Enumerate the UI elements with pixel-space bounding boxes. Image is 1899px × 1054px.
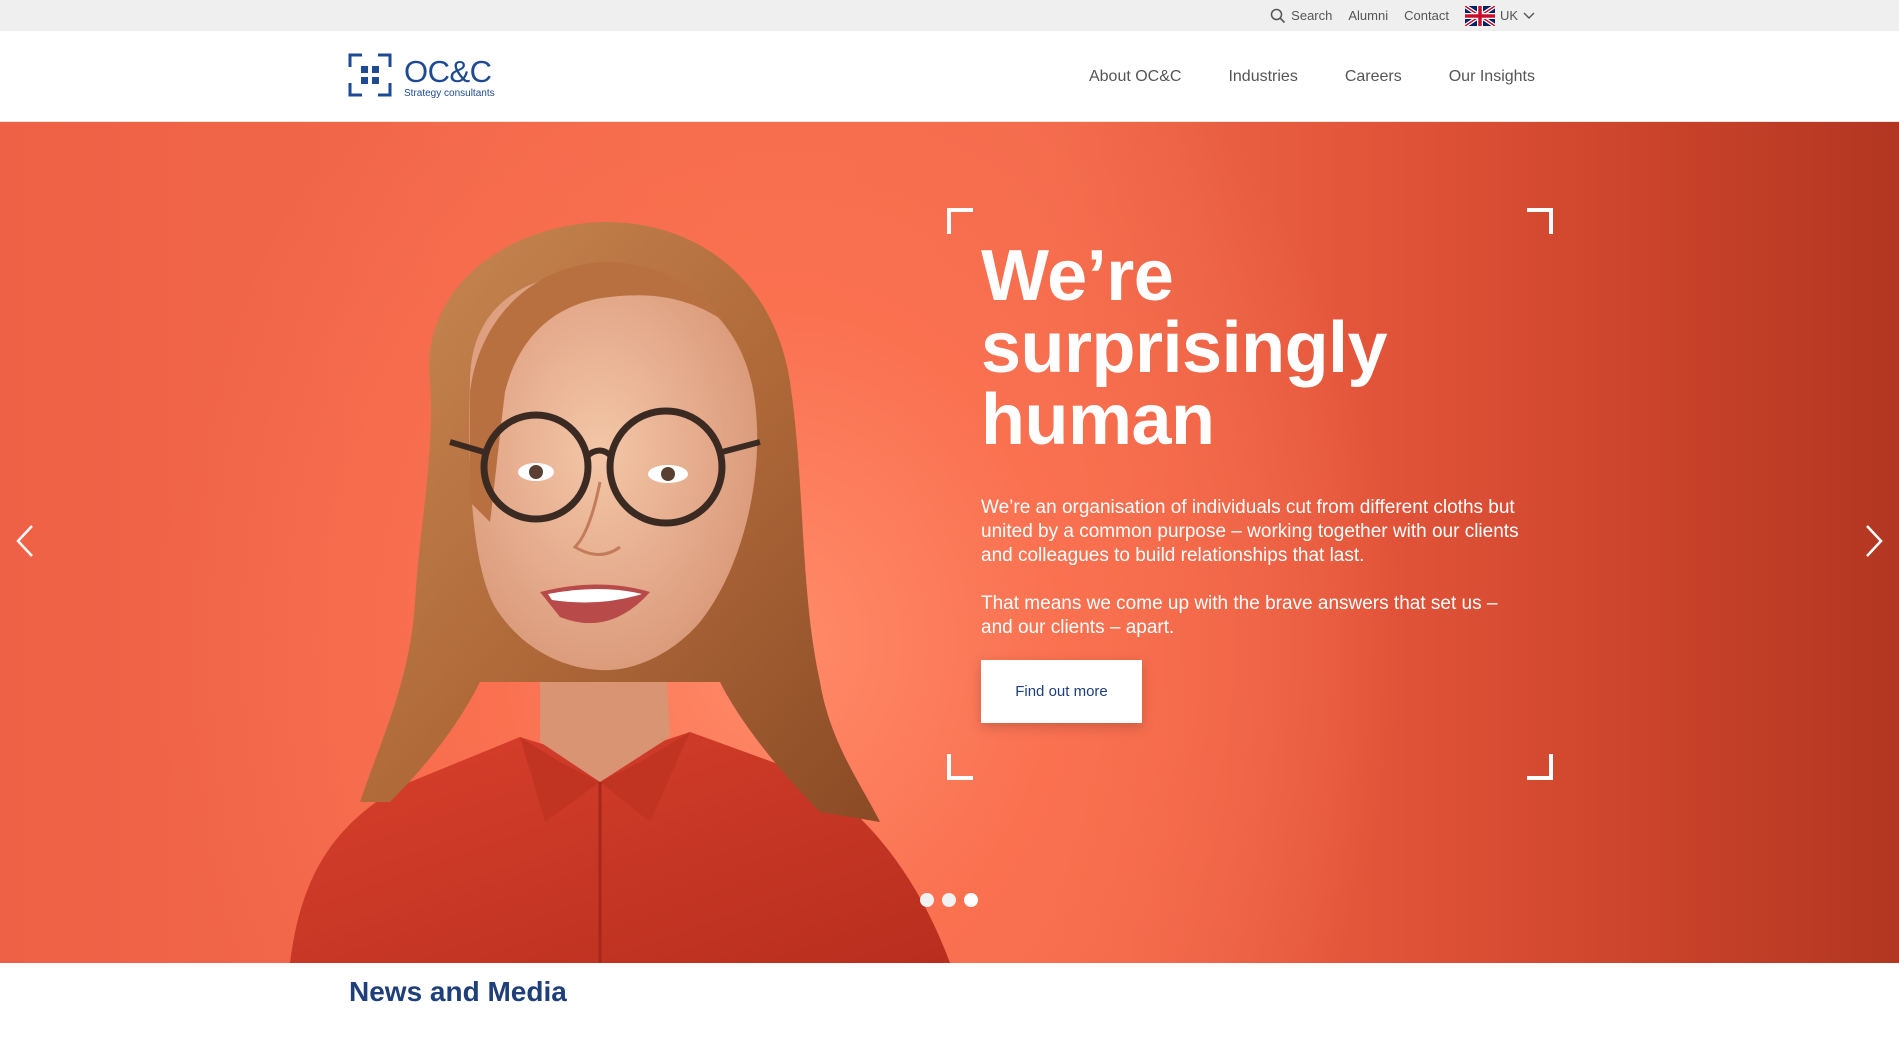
find-out-more-button[interactable]: Find out more: [981, 660, 1142, 723]
utility-bar: Search Alumni Contact UK: [0, 0, 1899, 31]
hero-carousel: We’re surprisingly human We’re an organi…: [0, 122, 1899, 963]
nav-item-about[interactable]: About OC&C: [1089, 68, 1181, 86]
search-link[interactable]: Search: [1270, 8, 1332, 24]
carousel-next-button[interactable]: [1859, 522, 1889, 564]
chevron-down-icon: [1523, 12, 1535, 20]
nav-item-careers[interactable]: Careers: [1345, 68, 1402, 86]
hero-portrait-image: [290, 221, 950, 963]
region-selector[interactable]: UK: [1464, 5, 1535, 26]
uk-flag-icon: [1464, 5, 1495, 26]
frame-corner-bottom-right: [1527, 754, 1553, 780]
frame-corner-top-left: [947, 208, 973, 234]
hero-title: We’re surprisingly human: [981, 240, 1521, 456]
brand-tagline: Strategy consultants: [404, 88, 495, 99]
news-section-title: News and Media: [349, 976, 567, 1007]
hero-description: We’re an organisation of individuals cut…: [981, 496, 1521, 640]
alumni-link[interactable]: Alumni: [1348, 8, 1388, 23]
frame-corner-top-right: [1527, 208, 1553, 234]
hero-title-line: human: [981, 380, 1215, 460]
logo-mark-icon: [348, 53, 392, 102]
brand-name: OC&C: [404, 54, 492, 89]
logo[interactable]: OC&C Strategy consultants: [348, 53, 495, 102]
logo-text: OC&C Strategy consultants: [404, 56, 495, 99]
hero-title-line: surprisingly: [981, 308, 1388, 388]
contact-link[interactable]: Contact: [1404, 8, 1449, 23]
utility-links: Search Alumni Contact UK: [1270, 0, 1535, 31]
nav-item-insights[interactable]: Our Insights: [1449, 68, 1535, 86]
frame-corner-bottom-left: [947, 754, 973, 780]
carousel-dot-3[interactable]: [964, 893, 978, 907]
region-label: UK: [1499, 8, 1518, 23]
nav-item-industries[interactable]: Industries: [1228, 68, 1297, 86]
hero-title-line: We’re: [981, 236, 1174, 316]
carousel-dot-2[interactable]: [942, 893, 956, 907]
carousel-prev-button[interactable]: [10, 522, 40, 564]
hero-paragraph-1: We’re an organisation of individuals cut…: [981, 497, 1519, 566]
chevron-right-icon: [1864, 524, 1884, 563]
carousel-dots: [920, 893, 978, 907]
hero-content: We’re surprisingly human We’re an organi…: [981, 240, 1521, 723]
carousel-dot-1[interactable]: [920, 893, 934, 907]
chevron-left-icon: [15, 524, 35, 563]
hero-paragraph-2: That means we come up with the brave ans…: [981, 593, 1498, 638]
site-header: OC&C Strategy consultants About OC&C Ind…: [0, 31, 1899, 122]
search-icon: [1270, 8, 1286, 24]
search-label: Search: [1291, 8, 1333, 23]
main-nav: About OC&C Industries Careers Our Insigh…: [1089, 31, 1535, 122]
